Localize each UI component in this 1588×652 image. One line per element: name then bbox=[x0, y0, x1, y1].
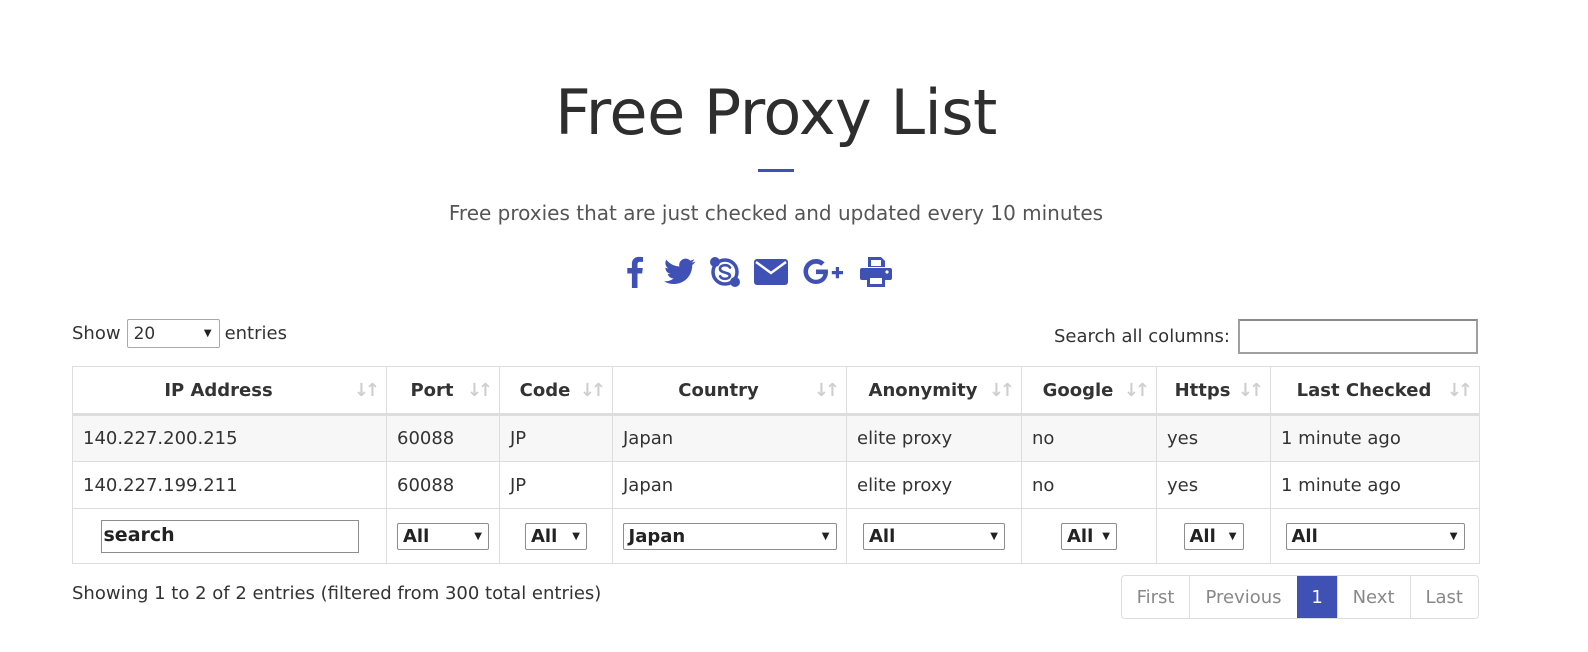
filter-cell-country: Japan ▼ bbox=[612, 508, 847, 564]
chevron-down-icon: ▼ bbox=[1228, 530, 1237, 542]
country-filter-select[interactable]: Japan ▼ bbox=[622, 522, 837, 550]
proxy-table: IP Address ↓↑ Port ↓↑ Code ↓↑ Country ↓↑ Ano… bbox=[72, 366, 1480, 564]
page-1-button[interactable]: 1 bbox=[1296, 576, 1337, 618]
cell-google: no bbox=[1021, 461, 1157, 509]
column-header-anonymity[interactable]: Anonymity ↓↑ bbox=[846, 366, 1022, 416]
show-label: Show bbox=[72, 323, 121, 344]
sort-icon: ↓↑ bbox=[353, 380, 380, 401]
cell-last-checked: 1 minute ago bbox=[1270, 461, 1480, 509]
sort-icon: ↓↑ bbox=[579, 380, 606, 401]
cell-anonymity: elite proxy bbox=[846, 414, 1022, 462]
chevron-down-icon: ▼ bbox=[474, 530, 482, 542]
cell-country: Japan bbox=[612, 461, 847, 509]
google-plus-icon[interactable] bbox=[802, 258, 846, 286]
table-row: 140.227.199.211 60088 JP Japan elite pro… bbox=[72, 461, 1480, 509]
port-filter-select[interactable]: All ▼ bbox=[397, 522, 489, 550]
entries-per-page-select[interactable]: 20 ▼ bbox=[126, 319, 220, 348]
filter-cell-port: All ▼ bbox=[386, 508, 500, 564]
share-bar bbox=[626, 252, 906, 292]
filter-cell-google: All ▼ bbox=[1021, 508, 1157, 564]
cell-https: yes bbox=[1156, 414, 1271, 462]
page-title: Free Proxy List bbox=[555, 76, 997, 149]
sort-icon: ↓↑ bbox=[1237, 380, 1264, 401]
next-page-button[interactable]: Next bbox=[1336, 576, 1410, 618]
cell-code: JP bbox=[499, 461, 613, 509]
table-info: Showing 1 to 2 of 2 entries (filtered fr… bbox=[72, 583, 602, 604]
entries-length-control: Show 20 ▼ entries bbox=[72, 319, 287, 348]
print-icon[interactable] bbox=[860, 257, 892, 287]
cell-google: no bbox=[1021, 414, 1157, 462]
column-header-last-checked[interactable]: Last Checked ↓↑ bbox=[1270, 366, 1480, 416]
chevron-down-icon: ▼ bbox=[572, 530, 580, 542]
chevron-down-icon: ▼ bbox=[1102, 530, 1110, 542]
search-all-columns-label: Search all columns: bbox=[1053, 326, 1230, 347]
entries-per-page-value: 20 bbox=[133, 323, 156, 344]
chevron-down-icon: ▼ bbox=[990, 530, 998, 542]
chevron-down-icon: ▼ bbox=[203, 328, 212, 339]
title-divider bbox=[758, 169, 794, 172]
cell-ip-address: 140.227.200.215 bbox=[72, 414, 387, 462]
filter-cell-last-checked: All ▼ bbox=[1270, 508, 1480, 564]
table-header-row: IP Address ↓↑ Port ↓↑ Code ↓↑ Country ↓↑ Ano… bbox=[72, 366, 1480, 416]
sort-icon: ↓↑ bbox=[988, 380, 1015, 401]
column-header-code[interactable]: Code ↓↑ bbox=[499, 366, 613, 416]
cell-anonymity: elite proxy bbox=[846, 461, 1022, 509]
cell-https: yes bbox=[1156, 461, 1271, 509]
code-filter-select[interactable]: All ▼ bbox=[525, 522, 587, 550]
chevron-down-icon: ▼ bbox=[1449, 530, 1458, 542]
chevron-down-icon: ▼ bbox=[821, 530, 830, 542]
last-page-button[interactable]: Last bbox=[1409, 576, 1478, 618]
column-header-country[interactable]: Country ↓↑ bbox=[612, 366, 847, 416]
column-header-port[interactable]: Port ↓↑ bbox=[386, 366, 500, 416]
sort-icon: ↓↑ bbox=[813, 380, 840, 401]
pagination: First Previous 1 Next Last bbox=[1120, 575, 1479, 619]
cell-last-checked: 1 minute ago bbox=[1270, 414, 1480, 462]
cell-port: 60088 bbox=[386, 461, 500, 509]
column-header-google[interactable]: Google ↓↑ bbox=[1021, 366, 1157, 416]
skype-icon[interactable] bbox=[710, 256, 740, 288]
cell-ip-address: 140.227.199.211 bbox=[72, 461, 387, 509]
last-checked-filter-select[interactable]: All ▼ bbox=[1285, 522, 1465, 550]
table-row: 140.227.200.215 60088 JP Japan elite pro… bbox=[72, 414, 1480, 462]
sort-icon: ↓↑ bbox=[1446, 380, 1473, 401]
sort-icon: ↓↑ bbox=[1123, 380, 1150, 401]
filter-cell-code: All ▼ bbox=[499, 508, 613, 564]
https-filter-select[interactable]: All ▼ bbox=[1183, 522, 1244, 550]
page-subtitle: Free proxies that are just checked and u… bbox=[448, 201, 1104, 225]
previous-page-button[interactable]: Previous bbox=[1189, 576, 1297, 618]
cell-code: JP bbox=[499, 414, 613, 462]
column-header-ip-address[interactable]: IP Address ↓↑ bbox=[72, 366, 387, 416]
filter-row: search All ▼ All ▼ Japan ▼ All ▼ All ▼ All ▼ A… bbox=[72, 508, 1480, 564]
search-all-columns-input[interactable] bbox=[1238, 319, 1478, 354]
ip-address-filter-input[interactable]: search bbox=[100, 519, 359, 553]
google-filter-select[interactable]: All ▼ bbox=[1061, 522, 1117, 550]
filter-cell-https: All ▼ bbox=[1156, 508, 1271, 564]
first-page-button[interactable]: First bbox=[1121, 576, 1190, 618]
twitter-icon[interactable] bbox=[664, 258, 696, 286]
anonymity-filter-select[interactable]: All ▼ bbox=[863, 522, 1005, 550]
sort-icon: ↓↑ bbox=[466, 380, 493, 401]
global-search-control: Search all columns: bbox=[1054, 319, 1478, 354]
filter-cell-ip: search bbox=[72, 508, 387, 564]
cell-country: Japan bbox=[612, 414, 847, 462]
column-header-https[interactable]: Https ↓↑ bbox=[1156, 366, 1271, 416]
cell-port: 60088 bbox=[386, 414, 500, 462]
entries-label: entries bbox=[224, 323, 287, 344]
filter-cell-anonymity: All ▼ bbox=[846, 508, 1022, 564]
facebook-icon[interactable] bbox=[626, 256, 644, 288]
email-icon[interactable] bbox=[754, 259, 788, 285]
